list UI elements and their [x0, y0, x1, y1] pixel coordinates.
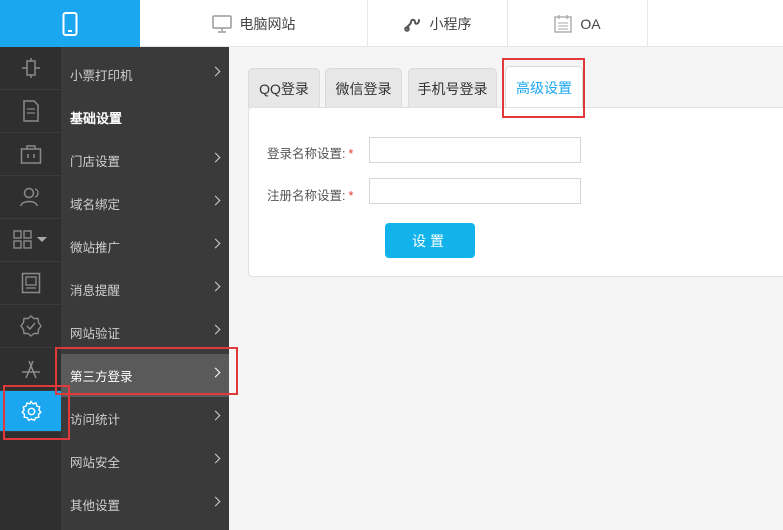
sidebar-icon-users[interactable]	[0, 176, 61, 219]
menu-section-label: 基础设置	[70, 111, 123, 126]
menu-item-label: 小票打印机	[70, 69, 133, 83]
chevron-right-icon	[210, 195, 221, 206]
menu-item-label: 门店设置	[70, 155, 121, 169]
register-name-input[interactable]	[369, 178, 581, 204]
menu-item-label: 其他设置	[70, 499, 121, 513]
chevron-right-icon	[210, 324, 221, 335]
plugin-icon	[21, 58, 40, 78]
sidebar-icon-briefcase[interactable]	[0, 133, 61, 176]
menu-item-visit-stats[interactable]: 访问统计	[61, 397, 229, 440]
sidebar-icon-settings[interactable]	[0, 391, 61, 432]
picture-frame-icon	[21, 272, 40, 294]
sidebar-icon-plugin[interactable]	[0, 47, 61, 90]
sidebar-icon-badge[interactable]	[0, 305, 61, 348]
tab-oa[interactable]: OA	[508, 0, 648, 47]
mobile-site-tab[interactable]	[0, 0, 140, 47]
tab-qq-login[interactable]: QQ登录	[248, 68, 320, 108]
label-text: 注册名称设置:	[267, 189, 346, 203]
menu-item-label: 访问统计	[70, 413, 121, 427]
icon-sidebar	[0, 47, 61, 530]
phone-icon	[62, 11, 78, 36]
users-icon	[19, 187, 39, 207]
menu-item-domain-binding[interactable]: 域名绑定	[61, 182, 229, 225]
grid-icon	[12, 230, 47, 249]
login-name-label: 登录名称设置: *	[267, 143, 353, 162]
tab-label: 高级设置	[516, 79, 572, 96]
menu-item-store-settings[interactable]: 门店设置	[61, 139, 229, 182]
tab-mini-program-label: 小程序	[429, 15, 472, 32]
menu-item-other-settings[interactable]: 其他设置	[61, 483, 229, 526]
app-store-icon	[21, 360, 40, 379]
required-mark: *	[348, 147, 354, 161]
register-name-label: 注册名称设置: *	[267, 185, 353, 204]
tab-advanced-settings[interactable]: 高级设置	[505, 66, 583, 108]
menu-section-basic-settings: 基础设置	[61, 96, 229, 139]
menu-item-label: 第三方登录	[70, 370, 133, 384]
settings-panel: 登录名称设置: * 注册名称设置: * 设置	[248, 107, 783, 277]
chevron-right-icon	[210, 152, 221, 163]
menu-item-site-security[interactable]: 网站安全	[61, 440, 229, 483]
monitor-icon	[211, 14, 232, 33]
menu-item-label: 域名绑定	[70, 198, 121, 212]
main-content: QQ登录 微信登录 手机号登录 高级设置 登录名称设置: * 注册名称设置: * 设…	[229, 47, 783, 530]
tab-label: 手机号登录	[417, 80, 488, 97]
tab-wechat-login[interactable]: 微信登录	[325, 68, 402, 108]
chevron-right-icon	[210, 281, 221, 292]
sidebar-icon-document[interactable]	[0, 90, 61, 133]
set-button[interactable]: 设置	[385, 223, 475, 258]
menu-item-label: 网站安全	[70, 456, 121, 470]
chevron-right-icon	[210, 66, 221, 77]
menu-item-third-party-login[interactable]: 第三方登录	[61, 354, 229, 397]
tab-label: QQ登录	[259, 80, 309, 97]
menu-item-receipt-printer[interactable]: 小票打印机	[61, 53, 229, 96]
tab-pc-site[interactable]: 电脑网站	[140, 0, 368, 47]
mini-program-icon	[403, 18, 420, 32]
tab-pc-site-label: 电脑网站	[239, 15, 296, 32]
chevron-right-icon	[210, 453, 221, 464]
tab-mini-program[interactable]: 小程序	[368, 0, 508, 47]
tab-label: 微信登录	[335, 80, 392, 97]
sidebar-icon-grid[interactable]	[0, 219, 61, 262]
label-text: 登录名称设置:	[267, 147, 346, 161]
tab-phone-login[interactable]: 手机号登录	[408, 68, 497, 108]
menu-item-site-verification[interactable]: 网站验证	[61, 311, 229, 354]
document-icon	[22, 100, 39, 122]
chevron-right-icon	[210, 410, 221, 421]
menu-item-label: 网站验证	[70, 327, 121, 341]
menu-item-microsite-promotion[interactable]: 微站推广	[61, 225, 229, 268]
menu-item-message-reminder[interactable]: 消息提醒	[61, 268, 229, 311]
chevron-right-icon	[210, 367, 221, 378]
settings-submenu: 小票打印机 基础设置 门店设置 域名绑定 微站推广 消息提醒 网站验证 第三方登…	[61, 47, 229, 530]
sidebar-icon-frame[interactable]	[0, 262, 61, 305]
tab-oa-label: OA	[580, 15, 601, 32]
chevron-right-icon	[210, 238, 221, 249]
calendar-icon	[554, 15, 573, 33]
menu-item-label: 微站推广	[70, 241, 121, 255]
briefcase-icon	[20, 145, 41, 164]
chevron-right-icon	[210, 496, 221, 507]
required-mark: *	[348, 189, 354, 203]
login-name-input[interactable]	[369, 137, 581, 163]
badge-check-icon	[19, 315, 42, 337]
gear-icon	[20, 400, 42, 422]
sidebar-icon-appstore[interactable]	[0, 348, 61, 391]
menu-item-label: 消息提醒	[70, 284, 121, 298]
top-nav: 电脑网站 小程序 OA	[0, 0, 783, 47]
